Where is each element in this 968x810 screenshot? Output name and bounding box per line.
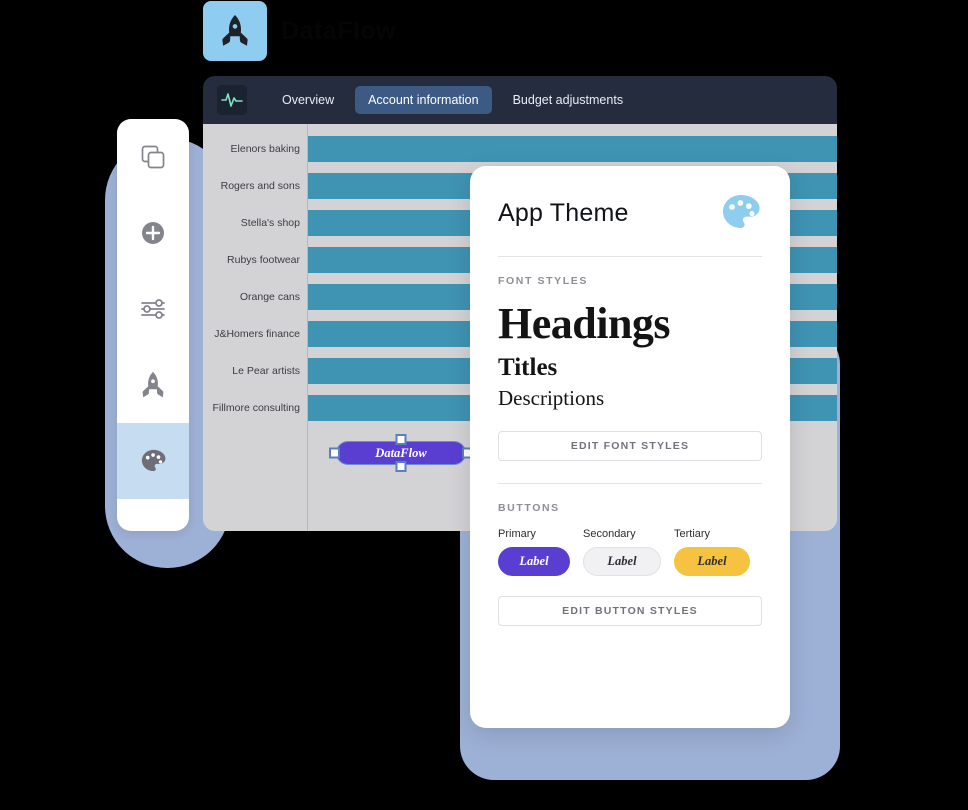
chart-category-label: Stella's shop	[240, 216, 300, 229]
panel-title: App Theme	[498, 198, 629, 227]
sidebar-item-add[interactable]	[117, 195, 189, 271]
chart-category-label: Fillmore consulting	[212, 401, 300, 414]
heading-sample: Headings	[498, 299, 671, 348]
button-variant-primary: Primary Label	[498, 528, 570, 577]
chart-category-label: Elenors baking	[230, 142, 300, 155]
resize-handle-top[interactable]	[395, 434, 407, 445]
rocket-icon	[222, 15, 248, 46]
tab-account-information[interactable]: Account information	[355, 86, 492, 114]
button-variant-secondary: Secondary Label	[583, 528, 661, 577]
chart-category-axis: Elenors baking Rogers and sons Stella's …	[203, 124, 308, 531]
resize-handle-left[interactable]	[329, 447, 340, 459]
plus-circle-icon	[142, 222, 164, 244]
chart-category-label: Le Pear artists	[232, 364, 300, 377]
chart-category-label: Orange cans	[239, 290, 300, 303]
sidebar-item-settings[interactable]	[117, 271, 189, 347]
variant-name: Tertiary	[674, 528, 711, 541]
brand-wordmark: DataFlow	[281, 16, 397, 45]
icon-sidebar	[117, 119, 189, 531]
chart-bar	[308, 135, 837, 162]
sidebar-item-launch[interactable]	[117, 347, 189, 423]
buttons-section-label: BUTTONS	[498, 502, 560, 515]
tab-overview[interactable]: Overview	[269, 86, 347, 114]
button-variants-row: Primary Label Secondary Label Tertiary L…	[498, 528, 762, 577]
primary-button-preview[interactable]: Label	[498, 547, 570, 577]
title-sample: Titles	[498, 353, 558, 381]
chart-category-label: Rubys footwear	[227, 253, 300, 266]
sliders-icon	[141, 299, 165, 319]
sidebar-item-copy[interactable]	[117, 119, 189, 195]
secondary-button-preview[interactable]: Label	[583, 547, 661, 577]
chart-category-label: Rogers and sons	[220, 179, 300, 192]
font-styles-section-label: FONT STYLES	[498, 275, 588, 287]
copy-layers-icon	[141, 145, 165, 169]
variant-name: Secondary	[583, 528, 636, 541]
canvas-node-dataflow[interactable]: DataFlow	[329, 434, 473, 472]
tertiary-button-preview[interactable]: Label	[674, 547, 750, 577]
chart-row	[308, 130, 837, 167]
edit-button-styles-button[interactable]: EDIT BUTTON STYLES	[498, 596, 762, 627]
palette-icon	[141, 449, 165, 471]
rocket-icon	[142, 371, 164, 398]
app-logo[interactable]	[217, 85, 247, 115]
brand-lockup: DataFlow	[203, 0, 443, 62]
edit-font-styles-button[interactable]: EDIT FONT STYLES	[498, 431, 762, 462]
panel-header: App Theme	[498, 192, 762, 256]
sidebar-item-theme[interactable]	[117, 423, 189, 499]
app-navbar: Overview Account information Budget adju…	[203, 76, 837, 124]
resize-handle-bottom[interactable]	[395, 461, 407, 472]
button-variant-tertiary: Tertiary Label	[674, 528, 750, 577]
chart-category-label: J&Homers finance	[214, 327, 300, 340]
variant-name: Primary	[498, 528, 536, 541]
palette-icon	[723, 195, 760, 228]
tab-budget-adjustments[interactable]: Budget adjustments	[500, 86, 637, 114]
app-theme-panel: App Theme FONT STYLES Headings Titles De…	[470, 166, 790, 728]
brand-tile	[203, 1, 267, 61]
pulse-wave-icon	[221, 93, 243, 107]
description-sample: Descriptions	[498, 386, 605, 410]
screenshot-stage: DataFlow Overview Account information Bu…	[0, 0, 968, 810]
